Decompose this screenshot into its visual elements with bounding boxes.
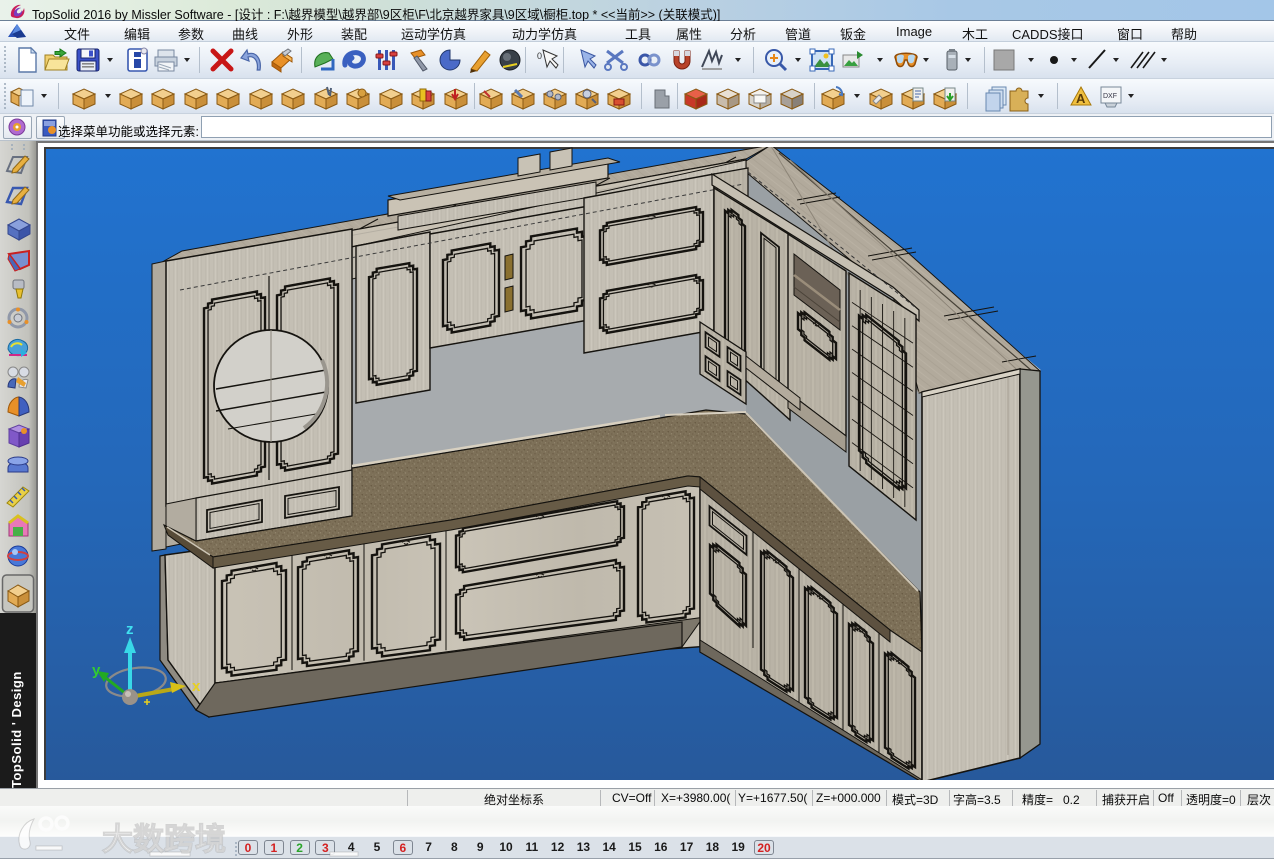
svg-text:y: y: [92, 662, 101, 679]
svg-text:大数跨境: 大数跨境: [102, 822, 226, 857]
svg-text:x: x: [192, 678, 201, 695]
svg-text:0: 0: [537, 51, 542, 61]
svg-text:z: z: [126, 621, 134, 638]
svg-text:A: A: [1076, 91, 1086, 106]
svg-text:DXF: DXF: [1103, 93, 1117, 100]
